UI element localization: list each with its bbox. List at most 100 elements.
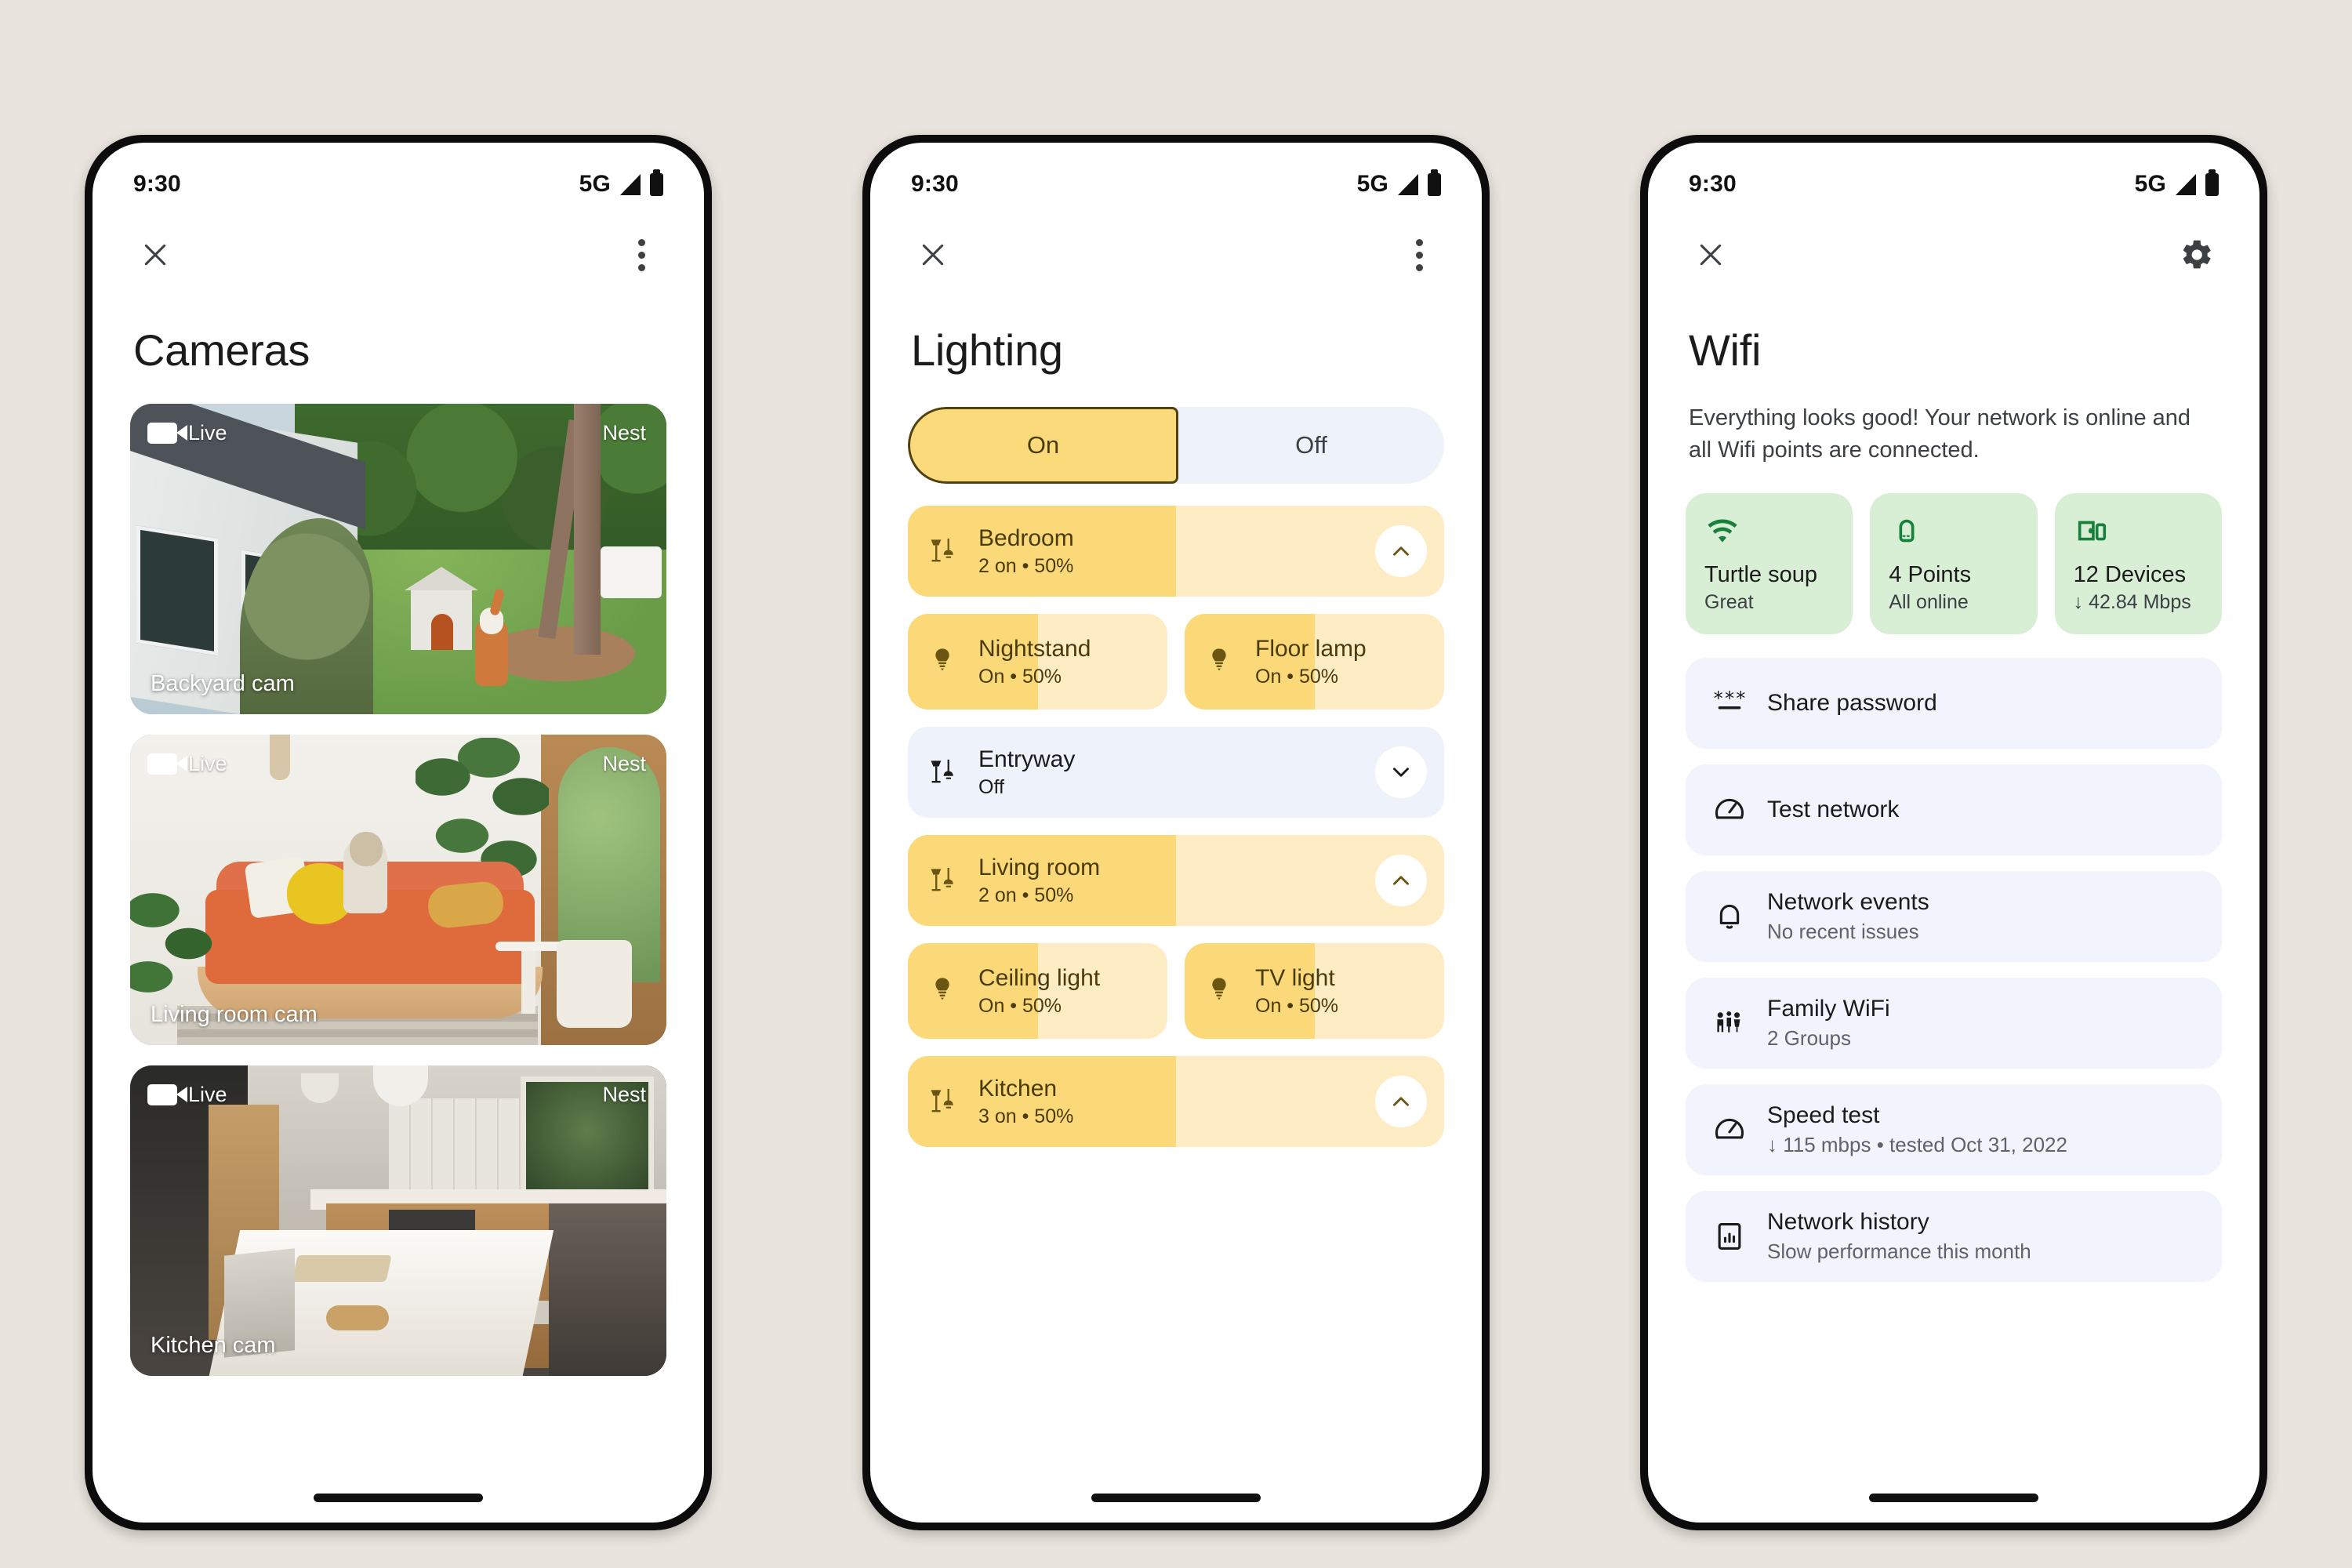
battery-full-icon (2205, 169, 2219, 196)
battery-full-icon (650, 169, 663, 196)
stat-card-points[interactable]: 4 Points All online (1870, 493, 2038, 635)
live-label: Live (188, 1083, 227, 1106)
wifi-icon (1704, 514, 1834, 554)
screenshot-stage: 9:30 5G Cameras Live Nest Backyard cam L… (0, 0, 2352, 1568)
floor-lamp-icon (927, 863, 961, 898)
item-sub: 2 Groups (1767, 1026, 1851, 1051)
camera-list: Live Nest Backyard cam Live Nest Living … (93, 376, 704, 1376)
home-indicator[interactable] (314, 1494, 483, 1502)
light-group-status: 2 on • 50% (978, 554, 1074, 577)
home-indicator[interactable] (1869, 1494, 2038, 1502)
wifi-stat-cards: Turtle soup Great 4 Points All online 12… (1686, 493, 2222, 635)
light-group-kitchen[interactable]: Kitchen 3 on • 50% (908, 1056, 1444, 1147)
status-bar: 9:30 5G (93, 143, 704, 212)
list-item-share-password[interactable]: *** Share password (1686, 658, 2222, 750)
list-item-network-history[interactable]: Network history Slow performance this mo… (1686, 1191, 2222, 1283)
status-bar: 9:30 5G (1648, 143, 2259, 212)
wifi-point-icon (1889, 514, 2018, 554)
overflow-menu-icon[interactable] (1394, 230, 1444, 280)
chevron-down-icon[interactable] (1375, 746, 1427, 798)
item-title: Test network (1767, 797, 1900, 823)
page-title: Lighting (911, 325, 1063, 375)
light-group-status: 2 on • 50% (978, 884, 1074, 906)
camera-name-label: Living room cam (151, 1002, 318, 1027)
app-bar-lighting (870, 212, 1482, 298)
floor-lamp-icon (927, 1084, 961, 1119)
camera-card-backyard[interactable]: Live Nest Backyard cam (130, 404, 666, 714)
status-indicators: 5G (1356, 169, 1441, 198)
chevron-up-icon[interactable] (1375, 855, 1427, 906)
camera-brand-label: Nest (602, 1083, 646, 1106)
stat-card-devices[interactable]: 12 Devices ↓ 42.84 Mbps (2054, 493, 2222, 635)
wifi-action-list: *** Share password Test network Network … (1686, 658, 2222, 1283)
item-title: Network history (1767, 1209, 1929, 1236)
list-item-speed-test[interactable]: Speed test ↓ 115 mbps • tested Oct 31, 2… (1686, 1084, 2222, 1176)
light-group-name: Entryway (978, 746, 1076, 772)
bulb-icon (927, 974, 961, 1008)
camera-card-kitchen[interactable]: Live Nest Kitchen cam (130, 1065, 666, 1376)
live-badge: Live (147, 421, 227, 445)
close-icon[interactable] (908, 230, 958, 280)
light-tv-light[interactable]: TV light On • 50% (1185, 943, 1444, 1039)
item-title: Network events (1767, 889, 1929, 916)
close-icon[interactable] (130, 230, 180, 280)
light-group-bedroom[interactable]: Bedroom 2 on • 50% (908, 506, 1444, 597)
live-label: Live (188, 752, 227, 775)
camera-feed-backyard (130, 404, 666, 714)
light-status: On • 50% (978, 665, 1062, 688)
live-label: Live (188, 421, 227, 445)
on-off-toggle: On Off (908, 407, 1444, 484)
light-nightstand[interactable]: Nightstand On • 50% (908, 614, 1167, 710)
bar-chart-icon (1712, 1219, 1747, 1254)
camera-name-label: Kitchen cam (151, 1333, 276, 1358)
list-item-network-events[interactable]: Network events No recent issues (1686, 871, 2222, 963)
stat-sub: All online (1889, 591, 1969, 614)
camera-feed-living-room (130, 735, 666, 1045)
living-room-children-row: Ceiling light On • 50% TV light On • 50% (908, 943, 1444, 1039)
light-status: On • 50% (1255, 665, 1339, 688)
screen-lighting: 9:30 5G Lighting On Off Bedroom 2 on • 5… (870, 143, 1482, 1523)
list-item-family-wifi[interactable]: Family WiFi 2 Groups (1686, 978, 2222, 1069)
light-group-list: Bedroom 2 on • 50% Nightstand On • 50% F… (908, 506, 1444, 1147)
stat-title: Turtle soup (1704, 562, 1817, 588)
video-camera-icon (147, 753, 187, 775)
status-time: 9:30 (911, 171, 959, 197)
light-name: Nightstand (978, 635, 1091, 662)
list-item-test-network[interactable]: Test network (1686, 764, 2222, 856)
toggle-off-button[interactable]: Off (1178, 407, 1444, 484)
toggle-on-button[interactable]: On (908, 407, 1178, 484)
gear-icon[interactable] (2172, 230, 2222, 280)
camera-card-living-room[interactable]: Live Nest Living room cam (130, 735, 666, 1045)
chevron-up-icon[interactable] (1375, 1076, 1427, 1127)
light-ceiling-light[interactable]: Ceiling light On • 50% (908, 943, 1167, 1039)
stat-title: 12 Devices (2073, 562, 2187, 588)
signal-bars-icon (1398, 173, 1418, 195)
light-group-name: Kitchen (978, 1075, 1058, 1102)
item-title: Speed test (1767, 1102, 1880, 1129)
screen-wifi: 9:30 5G Wifi Everything looks good! Your… (1648, 143, 2259, 1523)
status-indicators: 5G (2135, 169, 2219, 198)
phone-wifi: 9:30 5G Wifi Everything looks good! Your… (1640, 135, 2267, 1530)
status-network: 5G (1356, 171, 1388, 197)
chevron-up-icon[interactable] (1375, 525, 1427, 577)
status-indicators: 5G (579, 169, 663, 198)
screen-cameras: 9:30 5G Cameras Live Nest Backyard cam L… (93, 143, 704, 1523)
home-indicator[interactable] (1091, 1494, 1261, 1502)
camera-name-label: Backyard cam (151, 671, 295, 696)
floor-lamp-icon (927, 534, 961, 568)
bulb-icon (1203, 644, 1238, 679)
item-sub: Slow performance this month (1767, 1240, 2031, 1264)
battery-full-icon (1428, 169, 1441, 196)
video-camera-icon (147, 423, 187, 444)
stat-card-network[interactable]: Turtle soup Great (1686, 493, 1853, 635)
bulb-icon (1203, 974, 1238, 1008)
light-name: TV light (1255, 964, 1335, 991)
live-badge: Live (147, 752, 227, 776)
light-group-living-room[interactable]: Living room 2 on • 50% (908, 835, 1444, 926)
overflow-menu-icon[interactable] (616, 230, 666, 280)
light-group-name: Living room (978, 854, 1101, 880)
app-bar-wifi (1648, 212, 2259, 298)
light-floor-lamp[interactable]: Floor lamp On • 50% (1185, 614, 1444, 710)
close-icon[interactable] (1686, 230, 1736, 280)
light-group-entryway[interactable]: Entryway Off (908, 727, 1444, 818)
